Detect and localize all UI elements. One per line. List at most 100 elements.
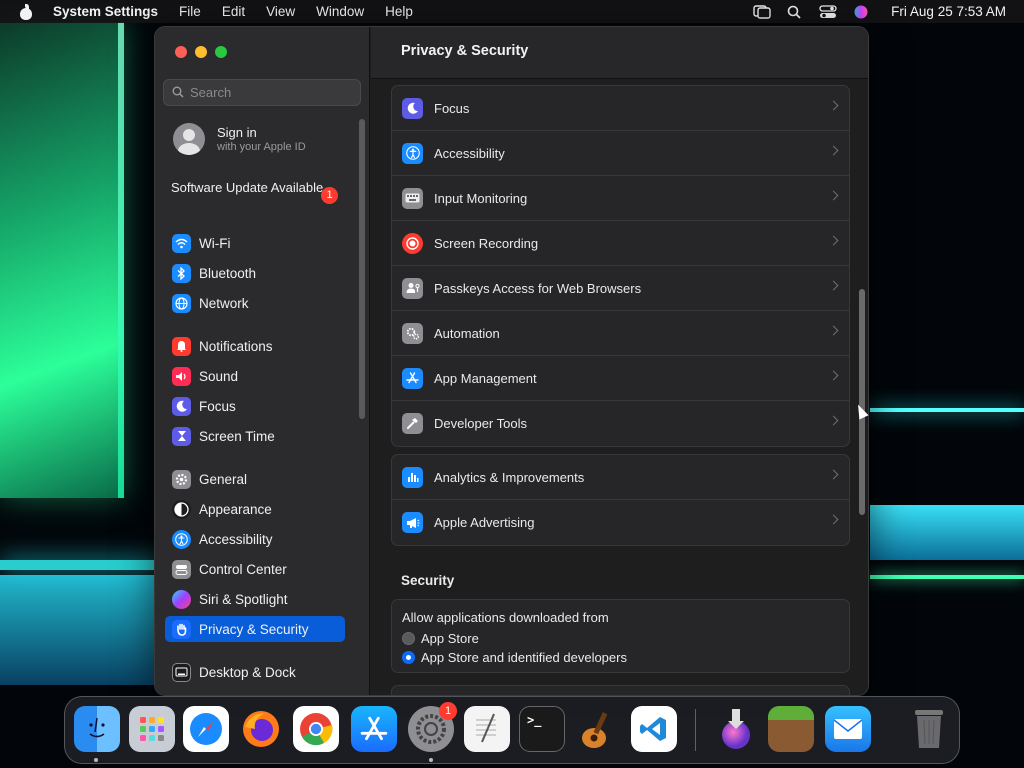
sidebar-item-label: Siri & Spotlight bbox=[199, 591, 288, 607]
row-accessibility[interactable]: Accessibility bbox=[392, 131, 849, 176]
menu-file[interactable]: File bbox=[179, 4, 201, 19]
row-focus[interactable]: Focus bbox=[392, 86, 849, 131]
dock-finder-icon[interactable] bbox=[74, 706, 120, 752]
radio-app-store[interactable]: App Store bbox=[402, 629, 839, 648]
update-badge: 1 bbox=[321, 187, 338, 204]
zoom-button[interactable] bbox=[215, 46, 227, 58]
control-center-icon[interactable] bbox=[819, 4, 837, 19]
chevron-right-icon bbox=[828, 469, 839, 480]
signin-subtitle: with your Apple ID bbox=[217, 141, 306, 153]
dock-safari-icon[interactable] bbox=[183, 706, 229, 752]
menu-view[interactable]: View bbox=[266, 4, 295, 19]
row-input-monitoring[interactable]: Input Monitoring bbox=[392, 176, 849, 221]
menu-edit[interactable]: Edit bbox=[222, 4, 245, 19]
software-update-item[interactable]: Software Update Available bbox=[171, 180, 346, 196]
sidebar: Sign in with your Apple ID Software Upda… bbox=[155, 27, 370, 695]
sidebar-item-wifi[interactable]: Wi-Fi bbox=[165, 230, 345, 256]
sidebar-item-notifications[interactable]: Notifications bbox=[165, 333, 345, 359]
sidebar-scrollbar[interactable] bbox=[359, 119, 365, 419]
sidebar-item-appearance[interactable]: Appearance bbox=[165, 496, 345, 522]
dock-minecraft-icon[interactable] bbox=[768, 706, 814, 752]
sidebar-item-focus[interactable]: Focus bbox=[165, 393, 345, 419]
next-group-partial bbox=[391, 685, 850, 695]
page-title: Privacy & Security bbox=[401, 43, 529, 59]
sidebar-item-privacy-security[interactable]: Privacy & Security bbox=[165, 616, 345, 642]
siri-icon[interactable] bbox=[852, 5, 870, 19]
dock-garageband-icon[interactable] bbox=[575, 706, 621, 752]
sidebar-item-label: Appearance bbox=[199, 501, 272, 517]
menu-app-name[interactable]: System Settings bbox=[53, 4, 158, 19]
sidebar-item-accessibility[interactable]: Accessibility bbox=[165, 526, 345, 552]
apple-id-signin[interactable]: Sign in with your Apple ID bbox=[173, 123, 306, 155]
minimize-button[interactable] bbox=[195, 46, 207, 58]
dock-app-store-icon[interactable] bbox=[351, 706, 397, 752]
wallpaper-green-panel bbox=[0, 22, 124, 498]
dock-terminal-icon[interactable]: >_ bbox=[519, 706, 565, 752]
bluetooth-icon bbox=[172, 263, 191, 283]
dock-vscode-icon[interactable] bbox=[631, 706, 677, 752]
chevron-right-icon bbox=[828, 415, 839, 426]
dock-mail-icon[interactable] bbox=[825, 706, 871, 752]
dock-running-dot bbox=[429, 758, 433, 762]
row-label: Apple Advertising bbox=[434, 515, 535, 530]
stage-manager-icon[interactable] bbox=[753, 4, 771, 19]
radio-button-selected[interactable] bbox=[402, 651, 415, 664]
accessibility-icon bbox=[172, 529, 191, 549]
sidebar-item-label: Screen Time bbox=[199, 428, 275, 444]
row-label: Developer Tools bbox=[434, 416, 527, 431]
desktop-icon bbox=[172, 662, 191, 682]
row-label: Automation bbox=[434, 325, 500, 341]
wallpaper-green-edge bbox=[118, 22, 124, 498]
radio-button[interactable] bbox=[402, 632, 415, 645]
chevron-right-icon bbox=[828, 145, 839, 156]
search-icon bbox=[172, 86, 184, 98]
sidebar-item-label: Control Center bbox=[199, 561, 287, 577]
row-analytics-improvements[interactable]: Analytics & Improvements bbox=[392, 455, 849, 500]
dock-launchpad-icon[interactable] bbox=[129, 706, 175, 752]
row-label: Focus bbox=[434, 100, 470, 116]
main-content: Privacy & Security Focus Accessibility I… bbox=[371, 27, 868, 695]
menu-help[interactable]: Help bbox=[385, 4, 413, 19]
sidebar-item-desktop-dock[interactable]: Desktop & Dock bbox=[165, 659, 345, 685]
sidebar-item-screen-time[interactable]: Screen Time bbox=[165, 423, 345, 449]
close-button[interactable] bbox=[175, 46, 187, 58]
row-app-management[interactable]: App Management bbox=[392, 356, 849, 401]
menu-window[interactable]: Window bbox=[316, 4, 364, 19]
dock-trash-icon[interactable] bbox=[906, 706, 952, 752]
dock-installer-icon[interactable] bbox=[713, 706, 759, 752]
sidebar-item-sound[interactable]: Sound bbox=[165, 363, 345, 389]
row-label: Screen Recording bbox=[434, 235, 539, 251]
dock-firefox-icon[interactable] bbox=[238, 706, 284, 752]
security-group: Allow applications downloaded from App S… bbox=[391, 599, 850, 673]
permissions-group: Focus Accessibility Input Monitoring Scr… bbox=[391, 85, 850, 447]
radio-app-store-identified[interactable]: App Store and identified developers bbox=[402, 648, 839, 667]
sidebar-item-siri-spotlight[interactable]: Siri & Spotlight bbox=[165, 586, 345, 612]
search-input[interactable] bbox=[190, 85, 350, 100]
row-automation[interactable]: Automation bbox=[392, 311, 849, 356]
dock-chrome-icon[interactable] bbox=[293, 706, 339, 752]
sidebar-item-bluetooth[interactable]: Bluetooth bbox=[165, 260, 345, 286]
apple-menu-icon[interactable] bbox=[19, 3, 33, 20]
moon-icon bbox=[402, 97, 423, 119]
chevron-right-icon bbox=[828, 235, 839, 246]
sidebar-item-general[interactable]: General bbox=[165, 466, 345, 492]
spotlight-search-icon[interactable] bbox=[786, 5, 804, 19]
gears-icon bbox=[402, 322, 423, 344]
menu-clock[interactable]: Fri Aug 25 7:53 AM bbox=[891, 4, 1006, 19]
row-apple-advertising[interactable]: Apple Advertising bbox=[392, 500, 849, 545]
window-controls bbox=[175, 46, 227, 58]
row-passkeys-access[interactable]: Passkeys Access for Web Browsers bbox=[392, 266, 849, 311]
sidebar-item-network[interactable]: Network bbox=[165, 290, 345, 316]
radio-label: App Store bbox=[421, 631, 479, 646]
radio-label: App Store and identified developers bbox=[421, 650, 627, 665]
wallpaper-cyan-panel bbox=[0, 575, 160, 685]
app-store-icon bbox=[402, 367, 423, 389]
menu-bar: System Settings File Edit View Window He… bbox=[0, 0, 1024, 23]
bell-icon bbox=[172, 336, 191, 356]
dock-textedit-icon[interactable] bbox=[464, 706, 510, 752]
sidebar-item-control-center[interactable]: Control Center bbox=[165, 556, 345, 582]
sidebar-search[interactable] bbox=[163, 79, 361, 106]
row-developer-tools[interactable]: Developer Tools bbox=[392, 401, 849, 446]
row-screen-recording[interactable]: Screen Recording bbox=[392, 221, 849, 266]
chevron-right-icon bbox=[828, 325, 839, 336]
